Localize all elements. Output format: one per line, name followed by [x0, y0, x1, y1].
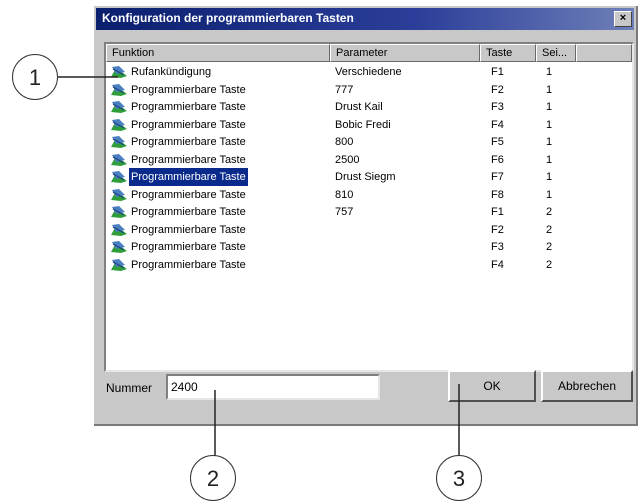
callout-3: 3	[436, 455, 482, 501]
callout-leader-lines	[58, 76, 460, 458]
callout-2: 2	[190, 455, 236, 501]
callout-1: 1	[12, 54, 58, 100]
